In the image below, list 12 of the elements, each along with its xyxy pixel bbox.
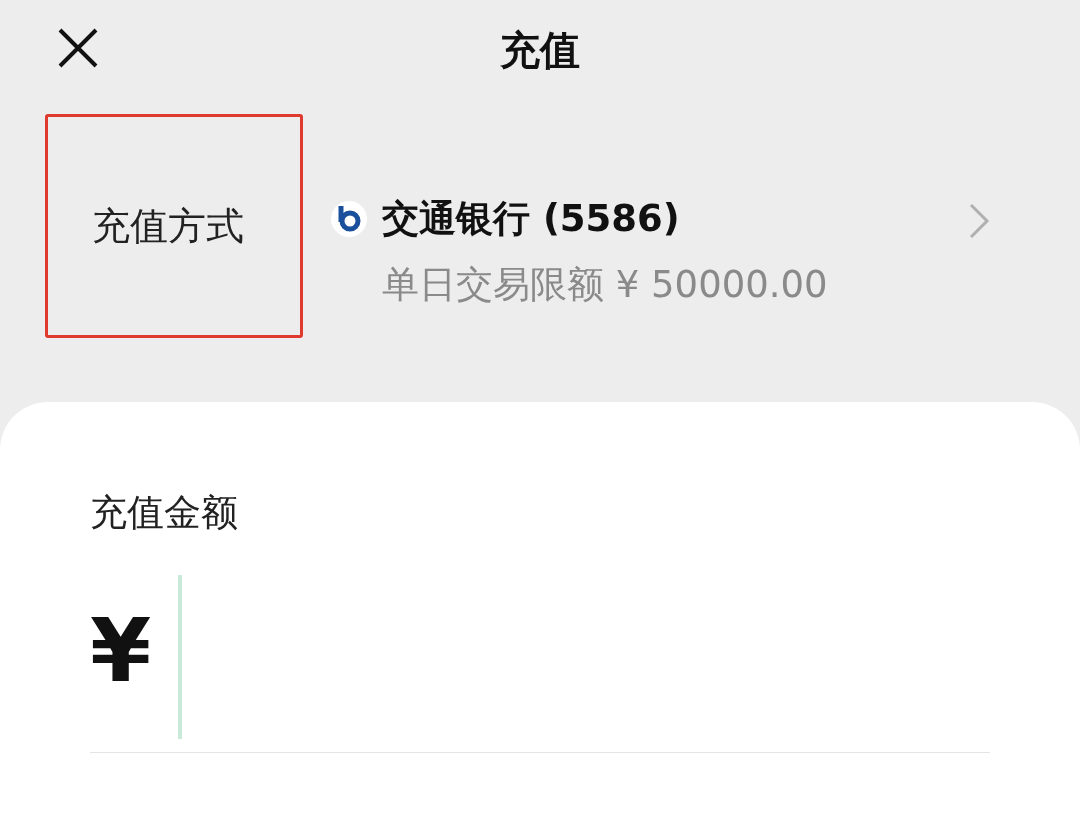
amount-label: 充值金额 (90, 494, 239, 531)
bank-logo-icon (330, 200, 368, 238)
payment-method-label: 充值方式 (45, 114, 303, 338)
close-button[interactable] (56, 26, 100, 70)
amount-input-field[interactable]: ¥ (90, 575, 990, 753)
daily-limit: 单日交易限额 ¥ 50000.00 (382, 262, 829, 308)
chevron-right-icon (968, 202, 990, 240)
currency-symbol: ¥ (90, 607, 153, 695)
bank-card-selector[interactable]: 交通银行 (5586) 单日交易限额 ¥ 50000.00 (330, 114, 1080, 308)
bank-name: 交通银行 (5586) (382, 196, 681, 242)
close-icon (57, 27, 99, 69)
page-title: 充值 (500, 30, 580, 70)
